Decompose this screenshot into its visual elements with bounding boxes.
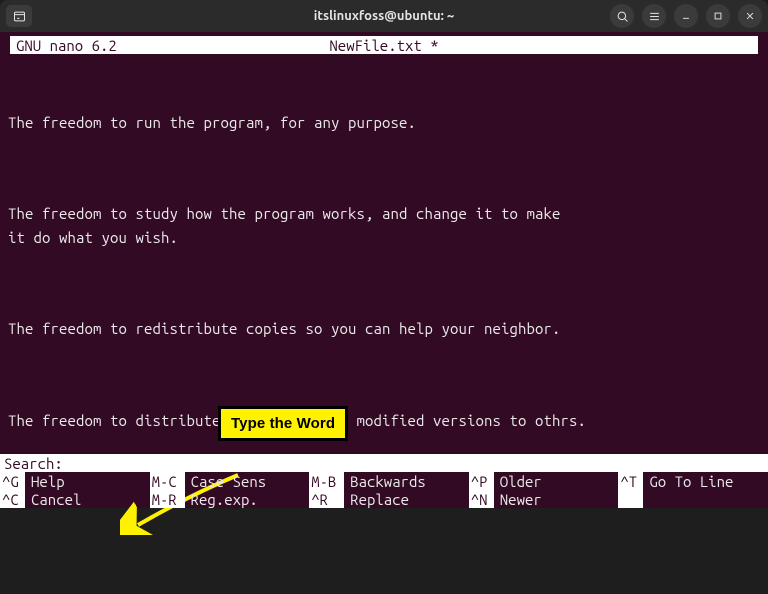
shortcut-row: ^G Help M-C Case Sens M-B Backwards ^P O… <box>0 472 768 490</box>
annotation-callout: Type the Word <box>218 406 348 441</box>
shortcut-key[interactable]: ^T <box>618 472 643 490</box>
shortcut-label: Go To Line <box>643 472 768 490</box>
terminal-tab-icon <box>12 9 27 24</box>
editor-content[interactable]: The freedom to run the program, for any … <box>0 54 768 450</box>
minimize-icon <box>679 9 693 23</box>
shortcut-label: Case Sens <box>185 472 310 490</box>
search-input[interactable] <box>63 455 764 471</box>
editor-paragraph: The freedom to redistribute copies so yo… <box>8 317 760 340</box>
shortcut-label: Help <box>25 472 150 490</box>
shortcut-key[interactable]: ^C <box>0 490 25 508</box>
shortcut-row: ^C Cancel M-R Reg.exp. ^R Replace ^N New… <box>0 490 768 508</box>
shortcut-key[interactable]: M-B <box>309 472 344 490</box>
shortcut-label: Cancel <box>25 490 150 508</box>
close-button[interactable] <box>738 4 762 28</box>
search-icon <box>615 9 630 24</box>
editor-paragraph: The freedom to study how the program wor… <box>8 202 760 249</box>
shortcut-key[interactable]: ^N <box>469 490 494 508</box>
shortcut-key <box>618 490 643 508</box>
hamburger-menu-button[interactable] <box>642 4 666 28</box>
shortcut-key[interactable]: M-C <box>150 472 185 490</box>
shortcut-label: Replace <box>344 490 469 508</box>
hamburger-icon <box>647 9 662 24</box>
new-tab-button[interactable] <box>6 5 32 27</box>
shortcut-label: Backwards <box>344 472 469 490</box>
nano-filename: NewFile.txt * <box>10 38 758 53</box>
maximize-icon <box>711 9 725 23</box>
shortcut-key[interactable]: M-R <box>150 490 185 508</box>
shortcut-key[interactable]: ^P <box>469 472 494 490</box>
search-button[interactable] <box>610 4 634 28</box>
close-icon <box>743 9 757 23</box>
shortcut-label: Older <box>494 472 619 490</box>
shortcut-key[interactable]: ^R <box>309 490 344 508</box>
nano-header-bar: GNU nano 6.2 NewFile.txt * <box>10 36 758 54</box>
search-label: Search: <box>4 456 63 471</box>
minimize-button[interactable] <box>674 4 698 28</box>
shortcut-key[interactable]: ^G <box>0 472 25 490</box>
terminal-area[interactable]: GNU nano 6.2 NewFile.txt * The freedom t… <box>0 32 768 508</box>
editor-paragraph: The freedom to run the program, for any … <box>8 111 760 134</box>
shortcut-label <box>643 490 768 508</box>
shortcut-bar: ^G Help M-C Case Sens M-B Backwards ^P O… <box>0 472 768 508</box>
window-titlebar: itslinuxfoss@ubuntu: ~ <box>0 0 768 32</box>
shortcut-label: Reg.exp. <box>185 490 310 508</box>
editor-paragraph: The freedom to distribute copies of your… <box>8 409 760 432</box>
shortcut-label: Newer <box>494 490 619 508</box>
maximize-button[interactable] <box>706 4 730 28</box>
search-prompt[interactable]: Search: <box>0 454 768 472</box>
